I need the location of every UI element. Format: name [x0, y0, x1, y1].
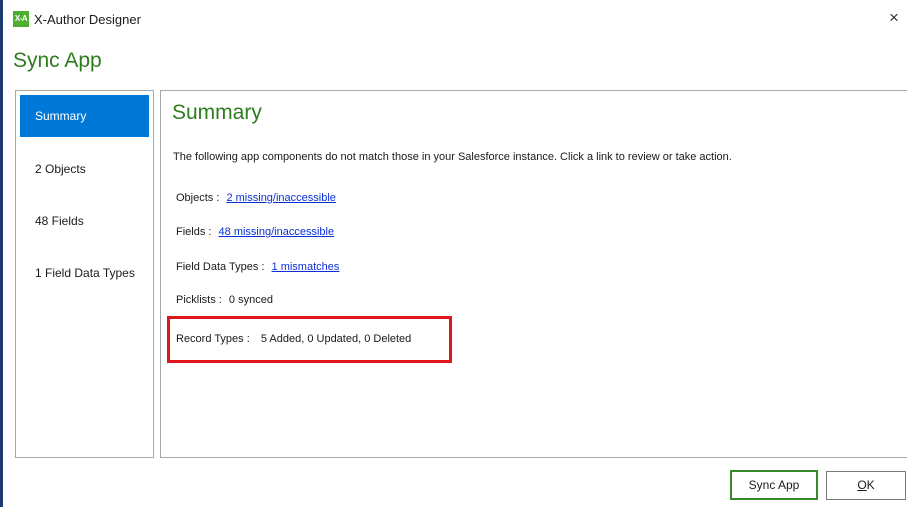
- field-data-types-link[interactable]: 1 mismatches: [272, 261, 340, 273]
- fields-label: Fields :: [176, 226, 212, 238]
- picklists-label: Picklists :: [176, 294, 222, 306]
- fields-link[interactable]: 48 missing/inaccessible: [219, 226, 335, 238]
- objects-label: Objects :: [176, 192, 220, 204]
- summary-description: The following app components do not matc…: [173, 151, 732, 163]
- x-author-logo-icon: X-A: [13, 11, 29, 27]
- window-title: X-Author Designer: [34, 12, 141, 27]
- sync-app-button[interactable]: Sync App: [730, 470, 818, 500]
- title-bar: X-A X-Author Designer ×: [3, 0, 907, 40]
- objects-link[interactable]: 2 missing/inaccessible: [226, 192, 335, 204]
- objects-row: Objects : 2 missing/inaccessible: [176, 192, 336, 204]
- sidebar-item-field-data-types[interactable]: 1 Field Data Types: [20, 252, 149, 294]
- picklists-value: 0 synced: [228, 294, 273, 306]
- sync-app-dialog: X-A X-Author Designer × Sync App Summary…: [0, 0, 907, 507]
- field-data-types-row: Field Data Types : 1 mismatches: [176, 261, 339, 273]
- ok-mnemonic: O: [857, 478, 867, 492]
- section-title: Summary: [172, 101, 262, 124]
- sidebar-item-fields[interactable]: 48 Fields: [20, 200, 149, 242]
- sidebar-item-summary[interactable]: Summary: [20, 95, 149, 137]
- record-types-label: Record Types :: [176, 333, 250, 345]
- sidebar-item-objects[interactable]: 2 Objects: [20, 148, 149, 190]
- ok-button[interactable]: OK: [826, 471, 906, 500]
- record-types-value: 5 Added, 0 Updated, 0 Deleted: [260, 333, 412, 345]
- fields-row: Fields : 48 missing/inaccessible: [176, 226, 334, 238]
- dialog-title: Sync App: [13, 49, 102, 72]
- picklists-row: Picklists : 0 synced: [176, 294, 273, 306]
- close-button[interactable]: ×: [881, 6, 907, 32]
- record-types-row: Record Types : 5 Added, 0 Updated, 0 Del…: [176, 333, 411, 345]
- window-left-border: [0, 0, 3, 507]
- summary-panel: Summary The following app components do …: [160, 90, 907, 458]
- ok-label-rest: K: [866, 478, 875, 492]
- sidebar: Summary 2 Objects 48 Fields 1 Field Data…: [15, 90, 154, 458]
- field-data-types-label: Field Data Types :: [176, 261, 265, 273]
